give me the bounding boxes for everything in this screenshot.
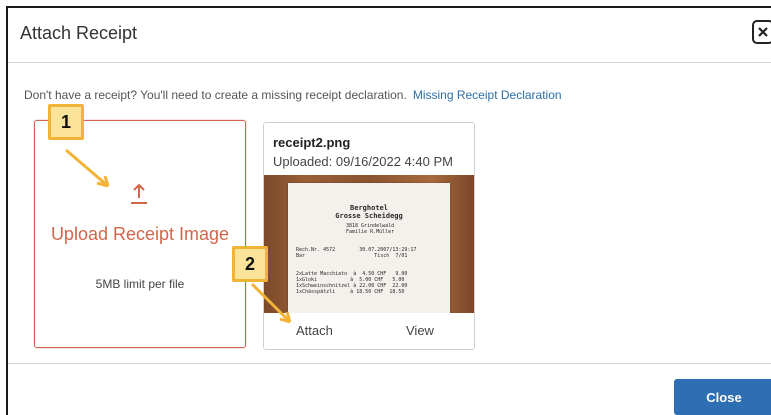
view-button[interactable]: View [406, 323, 434, 338]
missing-receipt-declaration-link[interactable]: Missing Receipt Declaration [413, 88, 562, 102]
attach-receipt-dialog: Attach Receipt Don't have a receipt? You… [6, 6, 771, 415]
upload-size-limit: 5MB limit per file [35, 277, 245, 291]
receipt-upload-date: Uploaded: 09/16/2022 4:40 PM [273, 154, 453, 169]
footer-divider [8, 363, 771, 364]
missing-receipt-notice: Don't have a receipt? You'll need to cre… [24, 88, 562, 102]
receipt-thumbnail: Berghotel Grosse Scheidegg 3818 Grindelw… [264, 175, 474, 313]
close-button[interactable]: Close [674, 379, 771, 415]
receipt-paper-image: Berghotel Grosse Scheidegg 3818 Grindelw… [288, 183, 450, 313]
attach-button[interactable]: Attach [296, 323, 333, 338]
upload-receipt-image-button[interactable]: Upload Receipt Image 5MB limit per file [34, 120, 246, 348]
dialog-title: Attach Receipt [20, 23, 137, 44]
receipt-file-name: receipt2.png [273, 135, 350, 150]
notice-text: Don't have a receipt? You'll need to cre… [24, 88, 407, 102]
upload-title: Upload Receipt Image [35, 221, 245, 248]
header-divider [8, 62, 771, 63]
callout-2: 2 [232, 246, 268, 282]
receipt-card: receipt2.png Uploaded: 09/16/2022 4:40 P… [263, 122, 475, 350]
close-x-icon[interactable] [752, 20, 771, 44]
upload-arrow-icon [127, 183, 151, 205]
callout-1: 1 [48, 104, 84, 140]
